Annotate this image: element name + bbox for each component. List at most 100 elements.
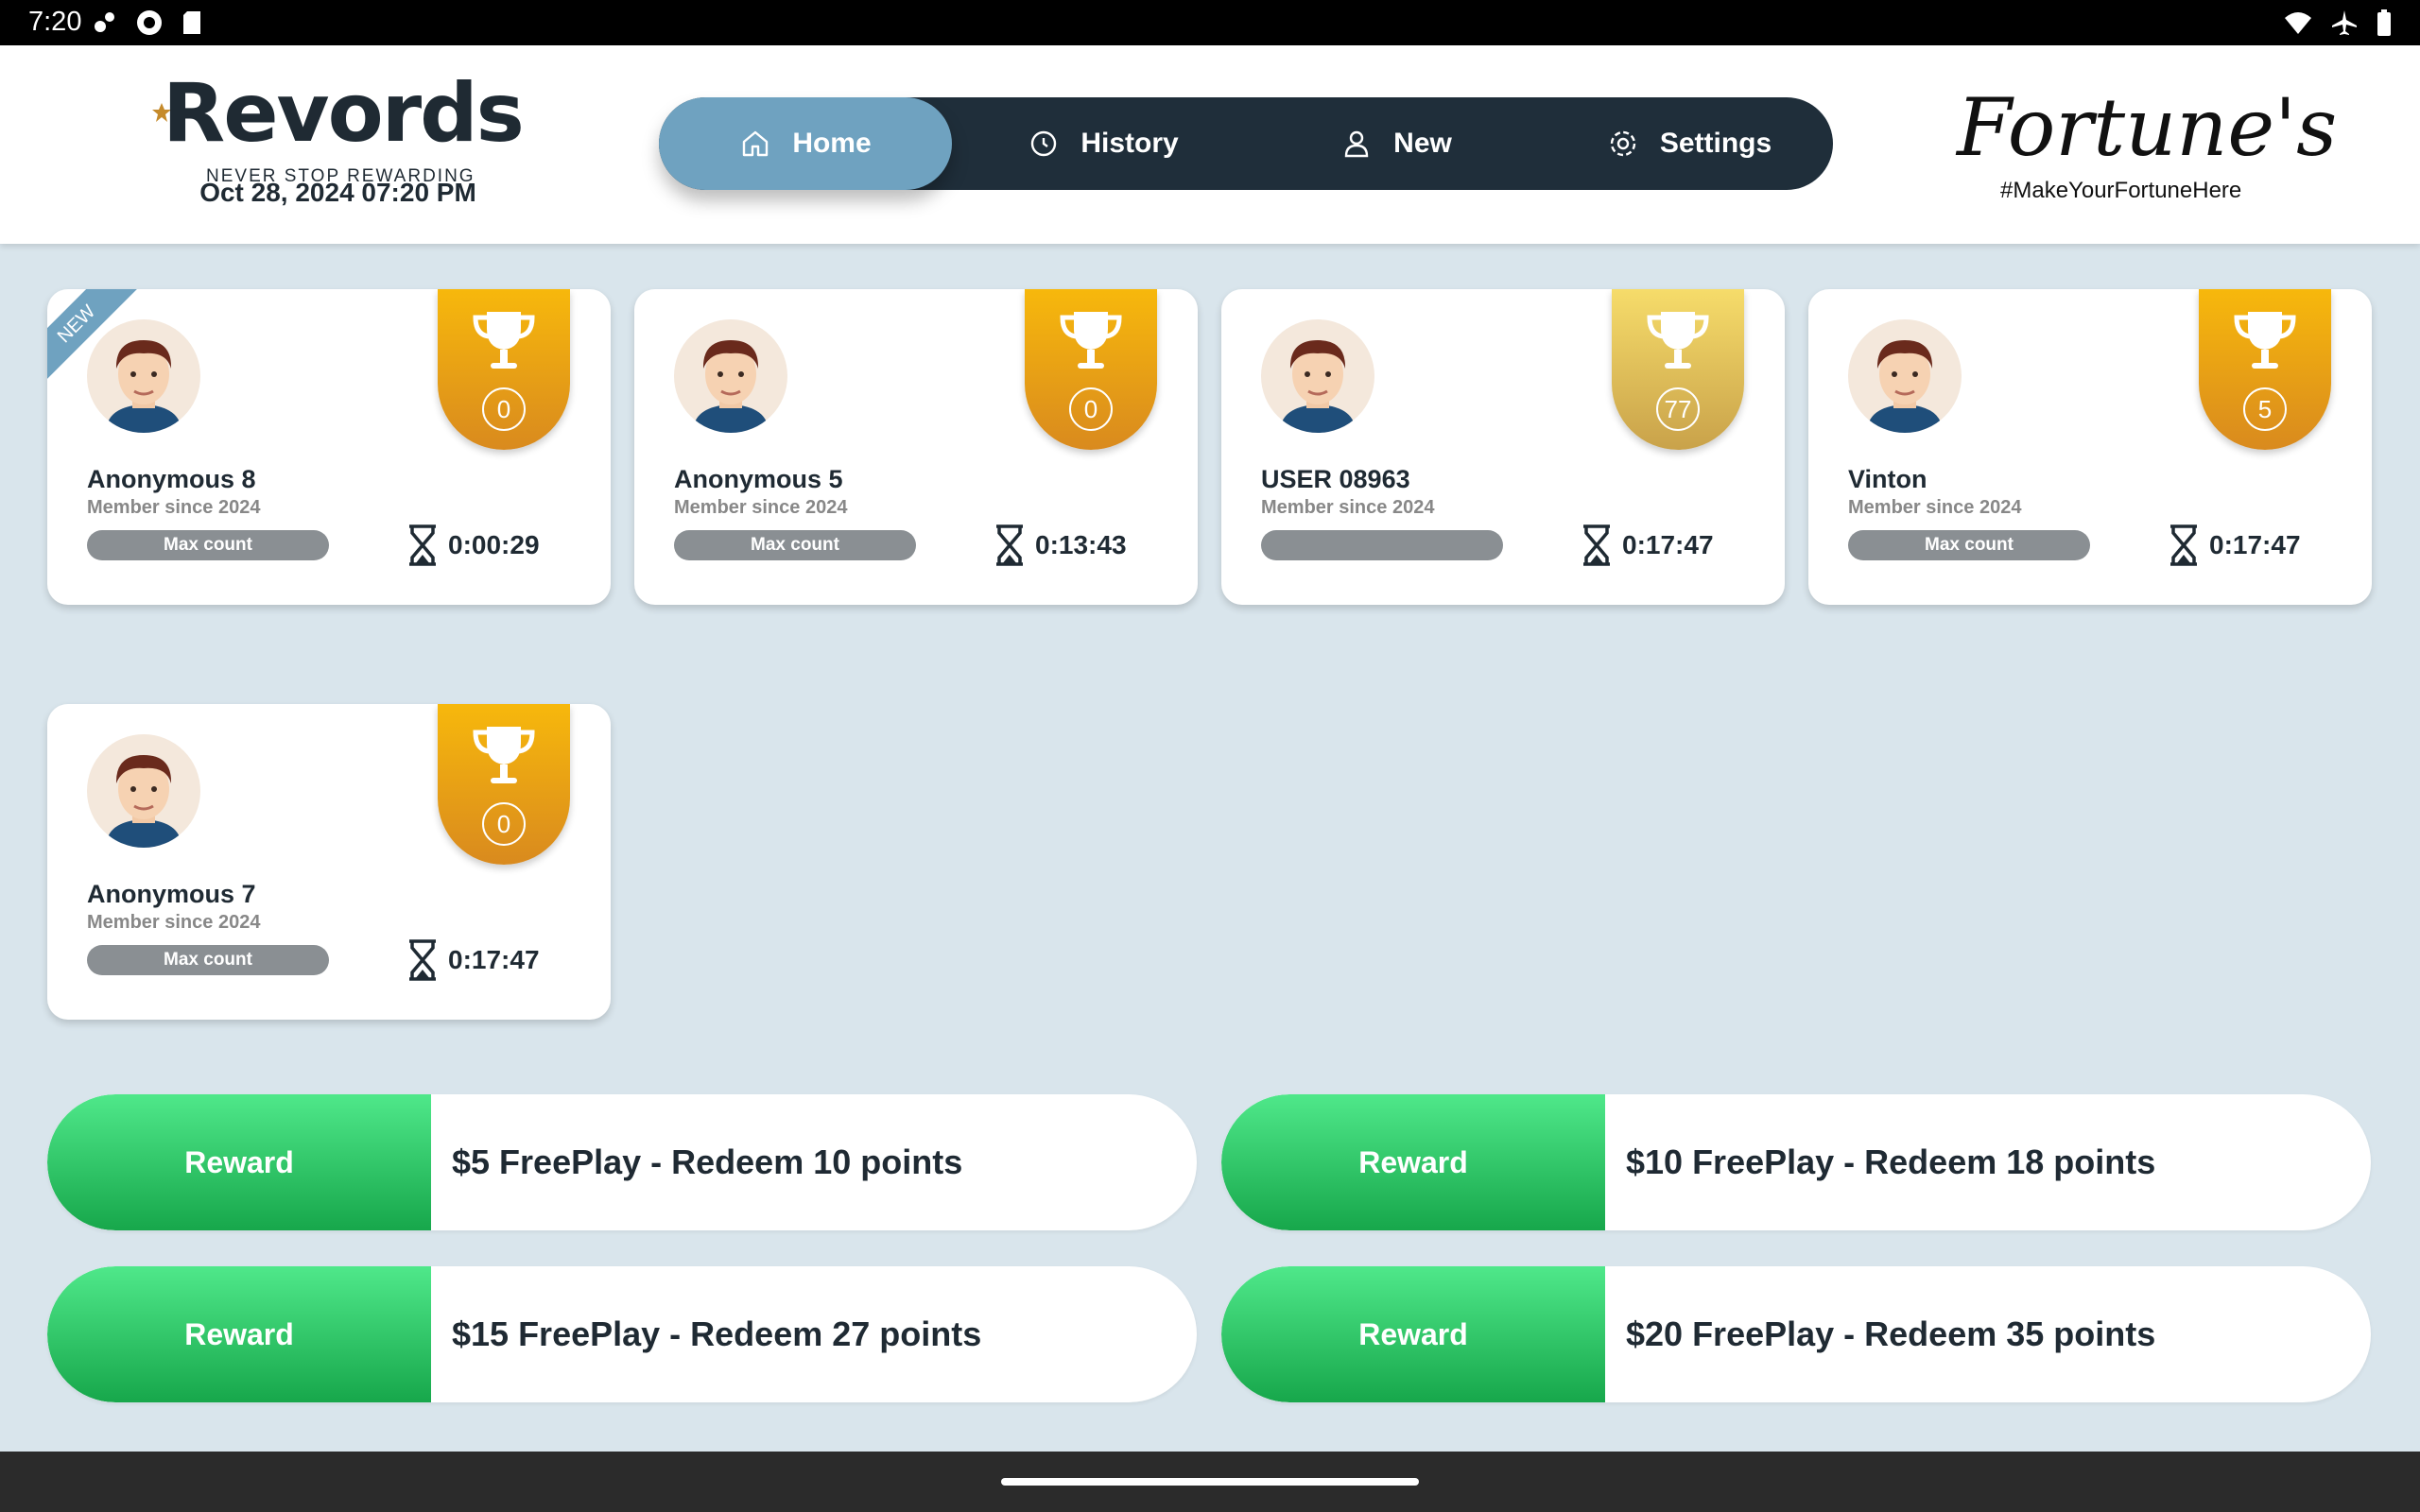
reward-description: $10 FreePlay - Redeem 18 points [1626,1143,2156,1181]
fortunes-brand-logo: Fortune's #MakeYourFortuneHere [1957,81,2337,223]
trophy-count: 77 [1656,387,1700,431]
nav-new[interactable]: New [1254,97,1538,190]
gear-icon [1610,130,1636,157]
system-nav-bar [0,1452,2420,1512]
trophy-badge: 0 [438,704,570,865]
logo-wordmark: Revords [163,66,525,161]
trophy-icon [1647,312,1709,369]
battery-icon [2377,9,2391,36]
hourglass-icon [2170,524,2197,566]
session-timer: 0:00:29 [406,524,540,567]
max-count-badge: Max count [1848,530,2090,560]
member-name: Vinton [1848,465,1927,493]
nav-settings-label: Settings [1659,128,1772,159]
hourglass-icon [409,524,436,566]
wifi-icon [2285,12,2311,34]
member-card[interactable]: 77 USER 08963 Member since 2024 0:17:47 [1221,289,1785,605]
member-since: Member since 2024 [674,497,848,518]
user-icon [1344,130,1369,158]
brand-name: Fortune's [1957,81,2338,174]
avatar-face-icon [1280,340,1356,433]
nav-history-label: History [1080,128,1179,159]
reward-button[interactable]: Reward [47,1094,431,1230]
max-count-badge: Max count [87,945,329,975]
member-card[interactable]: 0 Anonymous 7 Member since 2024 Max coun… [47,704,611,1020]
member-card[interactable]: 5 Vinton Member since 2024 Max count 0:1… [1808,289,2372,605]
trophy-badge: 77 [1612,289,1744,450]
avatar-face-icon [1867,340,1943,433]
max-count-badge: Max count [674,530,916,560]
avatar [1848,319,1962,433]
trophy-icon [473,727,535,783]
hourglass-icon [409,939,436,981]
avatar [1261,319,1374,433]
status-icons-left [91,9,204,36]
status-bar: 7:20 [0,0,2420,45]
gesture-home-handle[interactable] [1001,1478,1419,1486]
member-card[interactable]: NEW 0 Anonymous 8 Member since 2024 Max … [47,289,611,605]
brand-hashtag: #MakeYourFortuneHere [2000,178,2242,203]
trophy-count: 5 [2243,387,2287,431]
trophy-icon [1060,312,1122,369]
history-icon [1031,130,1057,157]
reward-offer: Reward $5 FreePlay - Redeem 10 points [47,1094,1197,1230]
reward-description: $15 FreePlay - Redeem 27 points [452,1314,982,1353]
avatar-face-icon [693,340,769,433]
max-count-badge: Max count [87,530,329,560]
nav-home-label: Home [792,128,872,159]
trophy-icon [2234,312,2296,369]
reward-button[interactable]: Reward [1221,1094,1605,1230]
avatar [87,319,200,433]
sd-card-icon [183,11,200,34]
avatar-face-icon [106,340,182,433]
trophy-icon [473,312,535,369]
reward-description: $20 FreePlay - Redeem 35 points [1626,1314,2156,1353]
nav-history[interactable]: History [961,97,1245,190]
trophy-count: 0 [482,802,526,846]
avatar [87,734,200,848]
timer-value: 0:17:47 [1622,530,1714,559]
trophy-count: 0 [482,387,526,431]
trophy-badge: 0 [438,289,570,450]
reward-button[interactable]: Reward [47,1266,431,1402]
reward-button[interactable]: Reward [1221,1266,1605,1402]
timer-value: 0:00:29 [448,530,540,559]
member-name: Anonymous 7 [87,880,256,908]
avatar-face-icon [106,755,182,848]
session-timer: 0:13:43 [994,524,1127,567]
main-nav: Home History New Settings [659,97,1833,190]
member-since: Member since 2024 [87,912,261,933]
airplane-icon [2332,10,2357,35]
member-since: Member since 2024 [87,497,261,518]
member-name: Anonymous 5 [674,465,843,493]
session-timer: 0:17:47 [2168,524,2301,567]
max-count-badge [1261,530,1503,560]
member-card[interactable]: 0 Anonymous 5 Member since 2024 Max coun… [634,289,1198,605]
trophy-badge: 5 [2199,289,2331,450]
avatar [674,319,787,433]
reward-offer: Reward $20 FreePlay - Redeem 35 points [1221,1266,2371,1402]
reward-description: $5 FreePlay - Redeem 10 points [452,1143,963,1181]
session-timer: 0:17:47 [1581,524,1714,567]
nav-new-label: New [1393,128,1452,159]
app-header: Revords NEVER STOP REWARDING Oct 28, 202… [0,45,2420,244]
current-datetime: Oct 28, 2024 07:20 PM [199,178,476,207]
status-icons-right [2284,9,2392,36]
hourglass-icon [1583,524,1610,566]
sync-icon [137,10,162,35]
member-since: Member since 2024 [1848,497,2022,518]
member-name: Anonymous 8 [87,465,256,493]
trophy-badge: 0 [1025,289,1157,450]
nav-settings[interactable]: Settings [1547,97,1831,190]
reward-offer: Reward $15 FreePlay - Redeem 27 points [47,1266,1197,1402]
nav-home[interactable]: Home [659,97,952,190]
reward-offer: Reward $10 FreePlay - Redeem 18 points [1221,1094,2371,1230]
timer-value: 0:13:43 [1035,530,1127,559]
session-timer: 0:17:47 [406,938,540,982]
member-since: Member since 2024 [1261,497,1435,518]
member-name: USER 08963 [1261,465,1410,493]
status-time: 7:20 [28,7,82,37]
hourglass-icon [996,524,1023,566]
trophy-count: 0 [1069,387,1113,431]
home-icon [743,130,769,157]
